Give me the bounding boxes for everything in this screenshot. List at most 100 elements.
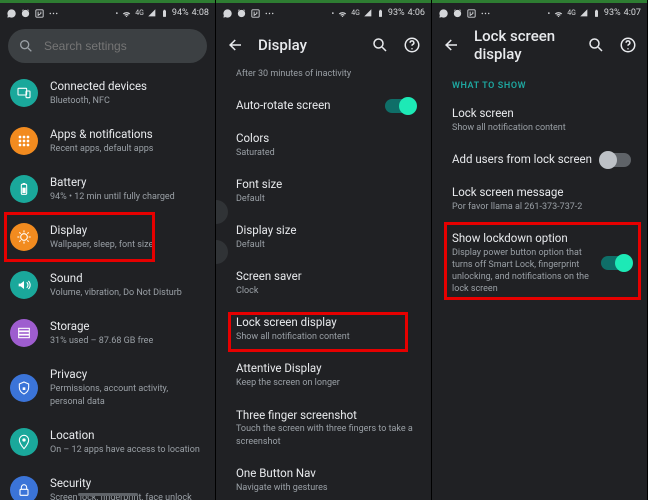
toggle[interactable] [601,153,631,167]
location-icon [10,428,38,456]
item-subtitle: Default [236,193,282,205]
item-title: Sound [50,271,182,286]
display-item[interactable]: Screen saverClock [216,260,431,306]
item-subtitle: Clock [236,285,302,297]
settings-item-apps[interactable]: Apps & notificationsRecent apps, default… [0,117,215,165]
texts: Lock screen displayShow all notification… [236,315,350,343]
texts: After 30 minutes of inactivity [236,67,351,80]
more-icon [48,8,59,19]
display-item[interactable]: Attentive DisplayKeep the screen on long… [216,352,431,398]
settings-item-devices[interactable]: Connected devicesBluetooth, NFC [0,69,215,117]
clock: 4:07 [624,8,641,18]
alarm-icon [20,8,31,19]
texts: Connected devicesBluetooth, NFC [50,79,147,107]
item-subtitle: Keep the screen on longer [236,377,340,389]
display-item[interactable]: ColorsSaturated [216,122,431,168]
page-title: Display [258,36,357,54]
item-title: Display size [236,223,296,238]
item-subtitle: Bluetooth, NFC [50,95,147,107]
apps-icon [10,127,38,155]
settings-item-location[interactable]: LocationOn – 12 apps have access to loca… [0,418,215,466]
display-item[interactable]: After 30 minutes of inactivity [216,67,431,89]
display-item[interactable]: One Button NavNavigate with gestures [216,457,431,500]
texts: ColorsSaturated [236,131,275,159]
settings-item-privacy[interactable]: PrivacyPermissions, account activity, pe… [0,357,215,417]
item-title: Lock screen display [236,315,350,330]
settings-item-display[interactable]: DisplayWallpaper, sleep, font size [0,213,215,261]
wifi-icon [553,8,564,19]
security-icon [10,476,38,500]
wifi-icon [121,8,132,19]
help-icon[interactable] [403,36,421,54]
back-icon[interactable] [442,36,460,54]
texts: Show lockdown optionDisplay power button… [452,231,601,296]
display-settings-list: After 30 minutes of inactivity Auto-rotat… [216,67,431,500]
item-title: Three finger screenshot [236,408,415,423]
signal-icon [147,8,157,18]
texts: LocationOn – 12 apps have access to loca… [50,428,200,456]
display-item[interactable]: Font sizeDefault [216,168,431,214]
texts: One Button NavNavigate with gestures [236,466,328,494]
clock: 4:06 [408,8,425,18]
item-subtitle: Show all notification content [452,122,566,134]
item-title: One Button Nav [236,466,328,481]
settings-item-storage[interactable]: Storage31% used – 87.68 GB free [0,309,215,357]
texts: Font sizeDefault [236,177,282,205]
toggle[interactable] [601,256,631,270]
item-title: Show lockdown option [452,231,601,246]
wifi-icon [337,8,348,19]
lockscreen-item[interactable]: Lock screen messagePor favor llama al 26… [432,176,647,222]
panel-lockscreen-display: • 4G 93% 4:07 Lock screen display WHAT T… [432,0,648,500]
panel-settings-root: • 4G 94% 4:08 Connected devicesBluetooth… [0,0,216,500]
item-title: Font size [236,177,282,192]
lockscreen-item[interactable]: Add users from lock screen [432,143,647,176]
lockscreen-item[interactable]: Lock screenShow all notification content [432,97,647,143]
search-input[interactable] [44,39,199,53]
display-item[interactable]: Auto-rotate screen [216,89,431,122]
dot-icon: • [116,9,119,18]
toggle[interactable] [385,99,415,113]
chat-icon [438,8,449,19]
back-icon[interactable] [226,36,244,54]
help-icon[interactable] [619,36,637,54]
item-title: Apps & notifications [50,127,153,142]
display-item[interactable]: Three finger screenshotTouch the screen … [216,399,431,457]
battery-icon [10,175,38,203]
nfc-icon [250,8,261,19]
settings-item-battery[interactable]: Battery94% • 12 min until fully charged [0,165,215,213]
dot-icon: • [332,9,335,18]
battery-pct: 93% [388,8,405,18]
texts: PrivacyPermissions, account activity, pe… [50,367,203,407]
page-title: Lock screen display [474,27,573,63]
item-title: Battery [50,175,175,190]
item-title: Lock screen message [452,185,582,200]
search-icon[interactable] [371,36,389,54]
item-title: Connected devices [50,79,147,94]
search-icon[interactable] [587,36,605,54]
lockscreen-item[interactable]: Show lockdown optionDisplay power button… [432,222,647,305]
texts: Attentive DisplayKeep the screen on long… [236,361,340,389]
texts: SecurityScreen lock, fingerprint, face u… [50,476,192,500]
texts: Screen saverClock [236,269,302,297]
item-title: Storage [50,319,153,334]
battery-icon [160,8,169,19]
header: Lock screen display [432,23,647,67]
texts: Storage31% used – 87.68 GB free [50,319,153,347]
item-subtitle: 31% used – 87.68 GB free [50,335,153,347]
net-label: 4G [135,9,144,17]
nfc-icon [466,8,477,19]
item-subtitle: Recent apps, default apps [50,143,153,155]
net-label: 4G [567,9,576,17]
alarm-icon [236,8,247,19]
battery-pct: 94% [172,8,189,18]
status-bar: • 4G 94% 4:08 [0,3,215,23]
item-subtitle: Saturated [236,147,275,159]
item-subtitle: Por favor llama al 261-373-737-2 [452,201,582,213]
settings-item-sound[interactable]: SoundVolume, vibration, Do Not Disturb [0,261,215,309]
texts: Three finger screenshotTouch the screen … [236,408,415,448]
item-subtitle: Default [236,239,296,251]
display-item[interactable]: Display sizeDefault [216,214,431,260]
item-subtitle: Display power button option that turns o… [452,247,601,296]
display-item[interactable]: Lock screen displayShow all notification… [216,306,431,352]
search-settings[interactable] [8,29,207,63]
